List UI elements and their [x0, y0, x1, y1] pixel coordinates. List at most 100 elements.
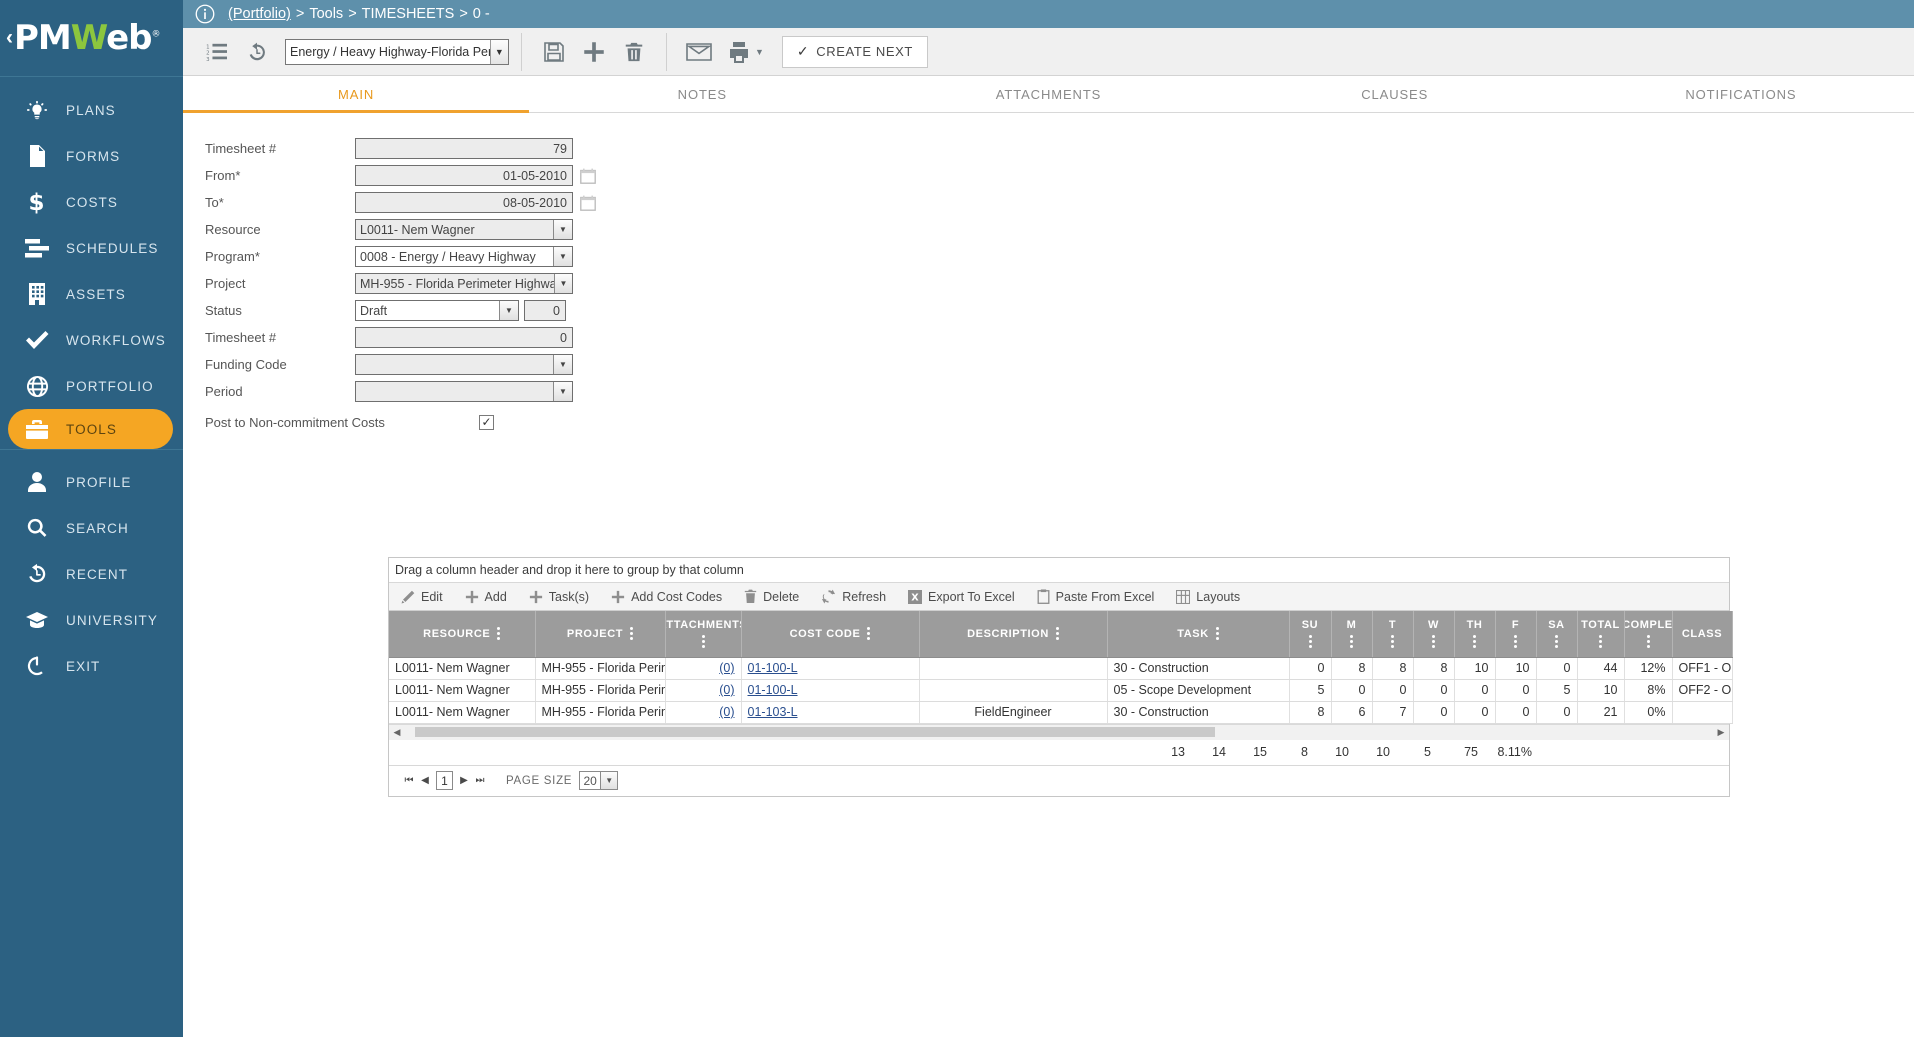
col-cost-code[interactable]: COST CODE: [741, 611, 919, 657]
cell-attachments[interactable]: (0): [665, 657, 741, 679]
info-icon[interactable]: [195, 4, 215, 24]
breadcrumb-portfolio[interactable]: (Portfolio): [228, 6, 291, 22]
column-menu-icon[interactable]: [1432, 635, 1435, 648]
sidebar-item-exit[interactable]: EXIT: [0, 643, 183, 689]
col-resource[interactable]: RESOURCE: [389, 611, 535, 657]
cost-code-link[interactable]: 01-100-L: [748, 661, 798, 675]
col-attachments[interactable]: ATTACHMENTS: [665, 611, 741, 657]
chevron-down-icon[interactable]: ▼: [601, 771, 618, 790]
col-total[interactable]: TOTAL: [1577, 611, 1624, 657]
timesheet-no2-input[interactable]: 0: [355, 327, 573, 348]
col-th[interactable]: TH: [1454, 611, 1495, 657]
post-noncommitment-checkbox[interactable]: ✓: [479, 415, 494, 430]
col-f[interactable]: F: [1495, 611, 1536, 657]
funding-code-select[interactable]: ▼: [355, 354, 573, 375]
tab-notifications[interactable]: NOTIFICATIONS: [1568, 76, 1914, 112]
history-icon[interactable]: [237, 32, 277, 72]
group-by-dropzone[interactable]: Drag a column header and drop it here to…: [389, 558, 1729, 583]
delete-button[interactable]: [614, 32, 654, 72]
chevron-down-icon[interactable]: ▼: [553, 220, 572, 239]
pager-first-icon[interactable]: ⏮: [401, 775, 417, 786]
grid-delete-button[interactable]: Delete: [744, 589, 799, 604]
column-menu-icon[interactable]: [1599, 635, 1602, 648]
project-select[interactable]: MH-955 - Florida Perimeter Highway ▼: [355, 273, 573, 294]
sidebar-item-assets[interactable]: ASSETS: [0, 271, 183, 317]
cost-code-link[interactable]: 01-103-L: [748, 705, 798, 719]
scroll-thumb[interactable]: [415, 727, 1215, 737]
horizontal-scrollbar[interactable]: ◀ ▶: [389, 724, 1729, 740]
email-button[interactable]: [679, 32, 719, 72]
column-menu-icon[interactable]: [867, 627, 870, 640]
col-project[interactable]: PROJECT: [535, 611, 665, 657]
scroll-right-icon[interactable]: ▶: [1713, 727, 1729, 738]
col-class[interactable]: CLASS: [1672, 611, 1732, 657]
col-sa[interactable]: SA: [1536, 611, 1577, 657]
table-row[interactable]: L0011- Nem Wagner MH-955 - Florida Perim…: [389, 657, 1732, 679]
cell-cost-code[interactable]: 01-100-L: [741, 657, 919, 679]
column-menu-icon[interactable]: [1216, 627, 1219, 640]
cell-attachments[interactable]: (0): [665, 701, 741, 723]
cell-cost-code[interactable]: 01-100-L: [741, 679, 919, 701]
timesheet-no-input[interactable]: 79: [355, 138, 573, 159]
grid-edit-button[interactable]: Edit: [401, 590, 443, 604]
app-logo[interactable]: ‹ PMWeb®: [0, 0, 183, 76]
grid-layouts-button[interactable]: Layouts: [1176, 590, 1240, 604]
resource-select[interactable]: L0011- Nem Wagner ▼: [355, 219, 573, 240]
attachment-link[interactable]: (0): [719, 683, 734, 697]
grid-tasks-button[interactable]: Task(s): [529, 590, 589, 604]
to-date-input[interactable]: 08-05-2010: [355, 192, 573, 213]
tab-attachments[interactable]: ATTACHMENTS: [875, 76, 1221, 112]
chevron-down-icon[interactable]: ▼: [553, 382, 572, 401]
pager-last-icon[interactable]: ⏭: [472, 775, 488, 786]
create-next-button[interactable]: ✓ CREATE NEXT: [782, 36, 928, 68]
printer-icon[interactable]: [719, 32, 759, 72]
attachment-link[interactable]: (0): [719, 705, 734, 719]
sidebar-item-recent[interactable]: RECENT: [0, 551, 183, 597]
scroll-track[interactable]: [405, 726, 1713, 738]
cell-attachments[interactable]: (0): [665, 679, 741, 701]
column-menu-icon[interactable]: [1391, 635, 1394, 648]
calendar-icon[interactable]: [580, 195, 596, 211]
scroll-left-icon[interactable]: ◀: [389, 727, 405, 738]
pager-next-icon[interactable]: ▶: [456, 775, 472, 786]
column-menu-icon[interactable]: [1473, 635, 1476, 648]
column-menu-icon[interactable]: [630, 627, 633, 640]
status-number-input[interactable]: 0: [524, 300, 566, 321]
print-button[interactable]: ▼: [719, 32, 764, 72]
program-select[interactable]: 0008 - Energy / Heavy Highway ▼: [355, 246, 573, 267]
table-row[interactable]: L0011- Nem Wagner MH-955 - Florida Perim…: [389, 679, 1732, 701]
tab-clauses[interactable]: CLAUSES: [1222, 76, 1568, 112]
sidebar-item-tools[interactable]: TOOLS: [8, 409, 173, 449]
project-selector[interactable]: Energy / Heavy Highway-Florida Perim ▼: [285, 39, 509, 65]
table-row[interactable]: L0011- Nem Wagner MH-955 - Florida Perim…: [389, 701, 1732, 723]
pager-prev-icon[interactable]: ◀: [417, 775, 433, 786]
column-menu-icon[interactable]: [1514, 635, 1517, 648]
grid-refresh-button[interactable]: Refresh: [821, 589, 886, 604]
save-button[interactable]: [534, 32, 574, 72]
chevron-down-icon[interactable]: ▼: [554, 274, 572, 293]
add-button[interactable]: [574, 32, 614, 72]
column-menu-icon[interactable]: [497, 627, 500, 640]
sidebar-item-forms[interactable]: FORMS: [0, 133, 183, 179]
breadcrumb-module[interactable]: TIMESHEETS: [362, 6, 455, 22]
sidebar-item-schedules[interactable]: SCHEDULES: [0, 225, 183, 271]
column-menu-icon[interactable]: [702, 635, 705, 648]
column-menu-icon[interactable]: [1056, 627, 1059, 640]
status-select[interactable]: Draft ▼: [355, 300, 519, 321]
tab-notes[interactable]: NOTES: [529, 76, 875, 112]
chevron-down-icon[interactable]: ▼: [755, 47, 764, 57]
chevron-down-icon[interactable]: ▼: [553, 355, 572, 374]
grid-add-button[interactable]: Add: [465, 590, 507, 604]
sidebar-item-costs[interactable]: $ COSTS: [0, 179, 183, 225]
col-t[interactable]: T: [1372, 611, 1413, 657]
pager-current-page[interactable]: 1: [436, 771, 453, 790]
col-task[interactable]: TASK: [1107, 611, 1289, 657]
column-menu-icon[interactable]: [1555, 635, 1558, 648]
tab-main[interactable]: MAIN: [183, 76, 529, 112]
sidebar-item-profile[interactable]: PROFILE: [0, 459, 183, 505]
col-pct-complete[interactable]: % COMPLETE: [1624, 611, 1672, 657]
sidebar-item-workflows[interactable]: WORKFLOWS: [0, 317, 183, 363]
col-su[interactable]: SU: [1289, 611, 1331, 657]
column-menu-icon[interactable]: [1309, 635, 1312, 648]
chevron-down-icon[interactable]: ▼: [499, 301, 518, 320]
